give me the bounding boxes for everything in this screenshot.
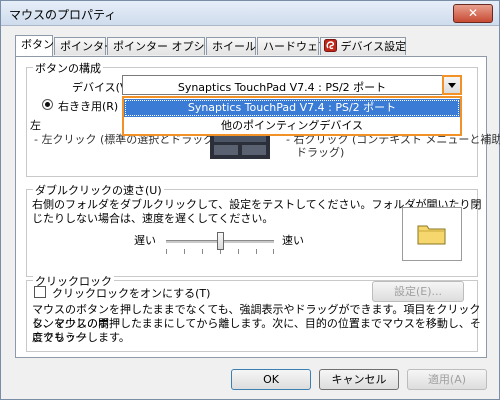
device-select[interactable]: Synaptics TouchPad V7.4 : PS/2 ポート	[122, 75, 462, 95]
tab-hardware[interactable]: ハードウェア	[257, 37, 329, 55]
click-lock-description-3: 度クリックします。	[32, 331, 130, 344]
dropdown-option-touchpad[interactable]: Synaptics TouchPad V7.4 : PS/2 ポート	[124, 99, 460, 117]
apply-button[interactable]: 適用(A)	[407, 369, 487, 390]
group-label: ダブルクリックの速さ(U)	[33, 182, 164, 198]
buttons-tab-panel: ボタンの構成 デバイス(V): Synaptics TouchPad V7.4 …	[15, 56, 500, 358]
tab-pointer-options[interactable]: ポインター オプション	[107, 37, 227, 55]
device-select-value: Synaptics TouchPad V7.4 : PS/2 ポート	[177, 81, 387, 94]
tab-buttons[interactable]: ボタン	[15, 35, 54, 56]
title-bar[interactable]: マウスのプロパティ ✕	[1, 1, 499, 26]
device-dropdown-list: Synaptics TouchPad V7.4 : PS/2 ポート 他のポイン…	[122, 96, 462, 136]
tab-pointer[interactable]: ポインター	[54, 37, 115, 55]
tab-label: ホイール	[212, 40, 256, 53]
folder-icon[interactable]	[417, 222, 447, 246]
test-folder-area[interactable]	[402, 207, 462, 261]
fast-label: 速い	[282, 234, 304, 247]
dropdown-option-other-device[interactable]: 他のポインティングデバイス	[124, 117, 460, 135]
right-handed-label: 右きき用(R)	[58, 100, 119, 113]
slow-label: 遅い	[134, 234, 156, 247]
right-drag-description: ドラッグ)	[296, 146, 345, 159]
tab-wheel[interactable]: ホイール	[206, 37, 256, 55]
cancel-button[interactable]: キャンセル	[319, 369, 399, 390]
tab-label: デバイス設定	[340, 40, 407, 53]
synaptics-icon	[324, 39, 337, 52]
slider-thumb[interactable]	[217, 232, 224, 250]
ok-button[interactable]: OK	[231, 369, 311, 390]
close-button[interactable]: ✕	[453, 4, 493, 23]
window-title: マウスのプロパティ	[9, 8, 117, 22]
mouse-properties-window: マウスのプロパティ ✕ ボタン ポインター ポインター オプション ホイール ハ…	[0, 0, 500, 400]
click-lock-label: クリックロックをオンにする(T)	[52, 287, 211, 300]
tab-label: ボタン	[21, 38, 54, 51]
click-lock-checkbox[interactable]	[34, 286, 46, 298]
dropdown-button[interactable]	[442, 75, 462, 95]
right-handed-radio[interactable]	[42, 99, 53, 110]
chevron-down-icon	[448, 83, 456, 88]
group-label: ボタンの構成	[33, 60, 103, 76]
double-click-description-2: じたりしない場合は、速度を遅くしてください。	[32, 212, 274, 225]
tab-device-settings[interactable]: デバイス設定	[320, 37, 406, 55]
click-lock-settings-button[interactable]: 設定(E)...	[372, 281, 464, 302]
